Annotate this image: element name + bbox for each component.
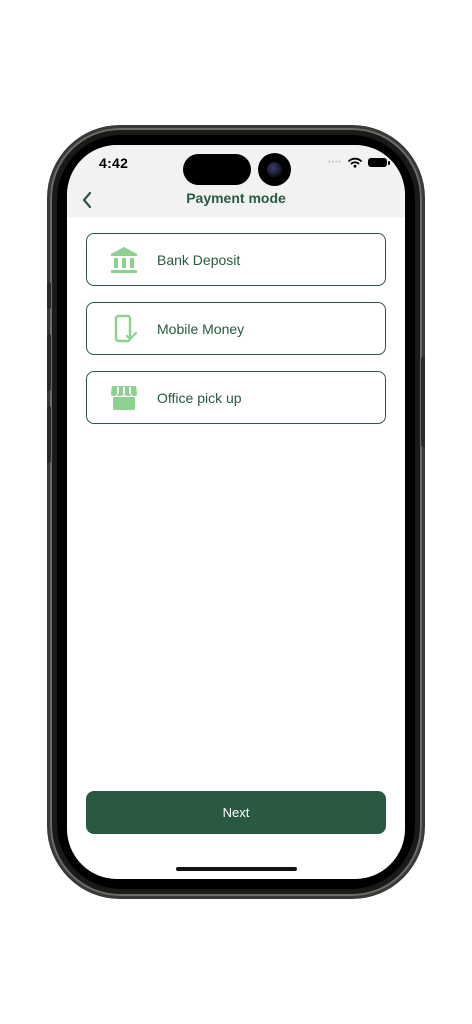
- option-label: Bank Deposit: [157, 251, 241, 268]
- mobile-check-icon: [109, 314, 139, 344]
- action-button: [47, 282, 51, 309]
- option-label: Office pick up: [157, 389, 242, 406]
- dynamic-island: [183, 154, 251, 185]
- payment-options-list: Bank Deposit Mobile Money Office pick up: [86, 233, 386, 440]
- camera-icon: [258, 153, 291, 186]
- option-mobile-money[interactable]: Mobile Money: [86, 302, 386, 355]
- home-indicator: [176, 867, 297, 871]
- status-time: 4:42: [99, 155, 129, 171]
- power-button: [421, 357, 425, 447]
- wifi-icon: [348, 157, 362, 168]
- next-button[interactable]: Next: [86, 791, 386, 834]
- battery-icon: [368, 158, 390, 167]
- volume-up-button: [47, 334, 51, 391]
- storefront-icon: [109, 383, 139, 413]
- nav-bar: Payment mode: [67, 185, 405, 217]
- page: 4:42 •••• Payment mode Bank Deposit Mobi…: [0, 0, 472, 1024]
- signal-dots-icon: ••••: [328, 159, 342, 166]
- volume-down-button: [47, 406, 51, 463]
- option-bank-deposit[interactable]: Bank Deposit: [86, 233, 386, 286]
- bank-icon: [109, 245, 139, 275]
- app-screen: 4:42 •••• Payment mode Bank Deposit Mobi…: [67, 145, 405, 879]
- option-office-pickup[interactable]: Office pick up: [86, 371, 386, 424]
- status-icons: ••••: [328, 157, 390, 168]
- option-label: Mobile Money: [157, 320, 245, 337]
- page-title: Payment mode: [186, 190, 286, 206]
